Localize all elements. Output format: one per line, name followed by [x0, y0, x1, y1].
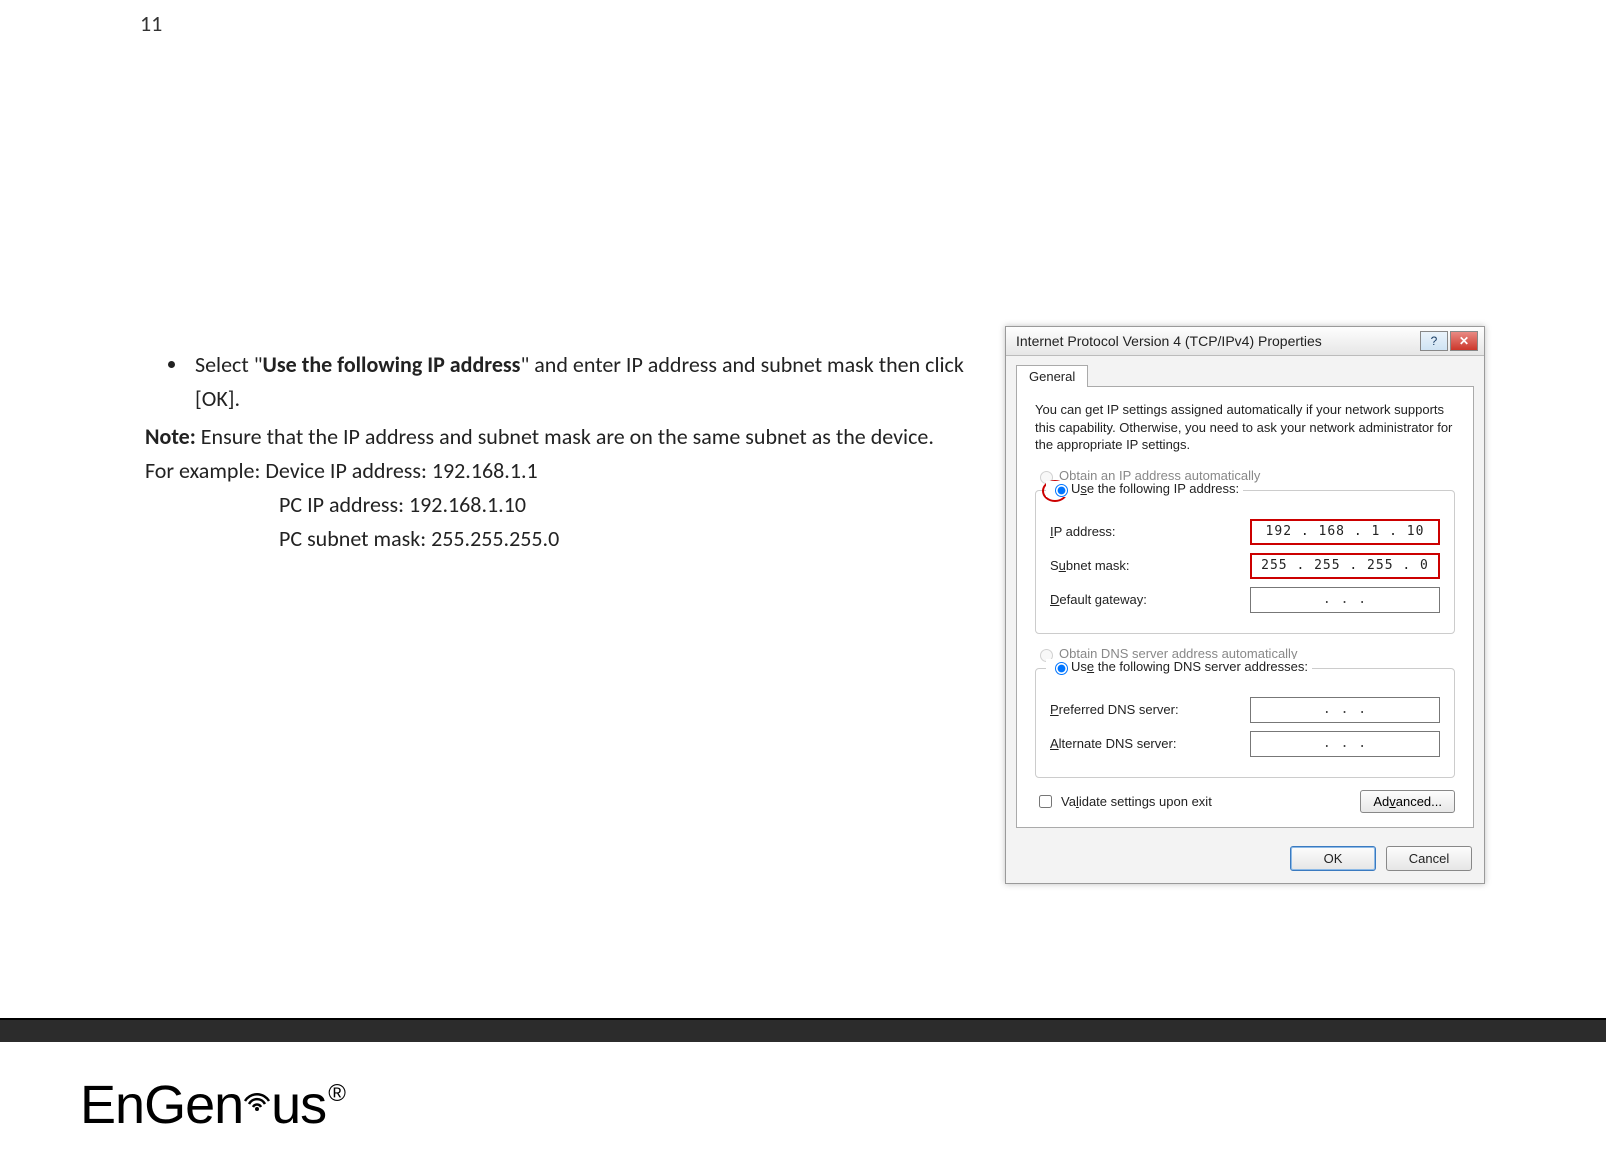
bullet-bold: Use the following IP address [263, 351, 521, 378]
help-button[interactable]: ? [1420, 331, 1448, 351]
subnet-mask-label: Subnet mask: [1050, 558, 1220, 573]
example-line: For example: Device IP address: 192.168.… [145, 454, 965, 488]
default-gateway-label: Default gateway: [1050, 592, 1220, 607]
radio-input-static-dns[interactable] [1055, 662, 1068, 675]
validate-checkbox[interactable] [1039, 795, 1052, 808]
instruction-block: Select "Use the following IP address" an… [145, 348, 965, 557]
radio-use-following-dns[interactable]: Use the following DNS server addresses: [1046, 659, 1312, 675]
logo-en: En [80, 1075, 144, 1135]
preferred-dns-row: Preferred DNS server: . . . [1050, 697, 1440, 723]
dialog-titlebar: Internet Protocol Version 4 (TCP/IPv4) P… [1006, 327, 1484, 356]
bullet-item: Select "Use the following IP address" an… [189, 348, 965, 416]
ip-address-input[interactable]: 192 . 168 . 1 . 10 [1250, 519, 1440, 545]
dialog-button-row: OK Cancel [1006, 838, 1484, 883]
alternate-dns-row: Alternate DNS server: . . . [1050, 731, 1440, 757]
logo-us: us [271, 1075, 326, 1135]
help-icon: ? [1431, 334, 1438, 348]
registered-mark: ® [328, 1080, 345, 1107]
preferred-dns-label: Preferred DNS server: [1050, 702, 1220, 717]
validate-label-text: Validate settings upon exit [1061, 794, 1212, 809]
static-dns-group: Use the following DNS server addresses: … [1035, 668, 1455, 778]
advanced-button[interactable]: Advanced... [1360, 790, 1455, 813]
note-line: Note: Ensure that the IP address and sub… [145, 420, 965, 454]
dialog-title: Internet Protocol Version 4 (TCP/IPv4) P… [1016, 333, 1418, 349]
alternate-dns-input[interactable]: . . . [1250, 731, 1440, 757]
ok-button[interactable]: OK [1290, 846, 1376, 871]
validate-row: Validate settings upon exit Advanced... [1035, 790, 1455, 813]
radio-use-following-ip[interactable]: Use the following IP address: [1046, 481, 1243, 497]
tab-general[interactable]: General [1016, 365, 1088, 387]
preferred-dns-input[interactable]: . . . [1250, 697, 1440, 723]
static-ip-group: Use the following IP address: IP address… [1035, 490, 1455, 634]
subnet-mask-row: Subnet mask: 255 . 255 . 255 . 0 [1050, 553, 1440, 579]
footer-bar [0, 1020, 1606, 1042]
pc-ip-line: PC IP address: 192.168.1.10 [145, 488, 965, 522]
logo-gen: Gen [144, 1075, 243, 1135]
radio-static-dns-label: Use the following DNS server addresses: [1071, 659, 1308, 674]
page-footer: EnGen us® [0, 1018, 1606, 1158]
close-icon: ✕ [1459, 334, 1469, 348]
ip-address-row: IP address: 192 . 168 . 1 . 10 [1050, 519, 1440, 545]
close-button[interactable]: ✕ [1450, 331, 1478, 351]
radio-input-static-ip[interactable] [1055, 484, 1068, 497]
default-gateway-row: Default gateway: . . . [1050, 587, 1440, 613]
default-gateway-input[interactable]: . . . [1250, 587, 1440, 613]
dialog-body: You can get IP settings assigned automat… [1016, 386, 1474, 828]
bullet-prefix: Select " [195, 351, 263, 378]
note-text: Ensure that the IP address and subnet ma… [196, 423, 934, 450]
pc-mask-line: PC subnet mask: 255.255.255.0 [145, 522, 965, 556]
page-number: 11 [140, 10, 162, 37]
alternate-dns-label: Alternate DNS server: [1050, 736, 1220, 751]
ip-address-label: IP address: [1050, 524, 1220, 539]
subnet-mask-input[interactable]: 255 . 255 . 255 . 0 [1250, 553, 1440, 579]
radio-static-ip-label: Use the following IP address: [1071, 481, 1239, 496]
wifi-icon [243, 1083, 271, 1123]
tab-strip: General [1006, 356, 1484, 386]
dialog-description: You can get IP settings assigned automat… [1035, 401, 1455, 454]
engenius-logo: EnGen us® [80, 1074, 343, 1136]
validate-checkbox-label[interactable]: Validate settings upon exit [1035, 792, 1212, 811]
cancel-button[interactable]: Cancel [1386, 846, 1472, 871]
note-label: Note: [145, 423, 196, 450]
tcpip-properties-dialog: Internet Protocol Version 4 (TCP/IPv4) P… [1005, 326, 1485, 884]
logo-text: EnGen us® [80, 1074, 343, 1136]
